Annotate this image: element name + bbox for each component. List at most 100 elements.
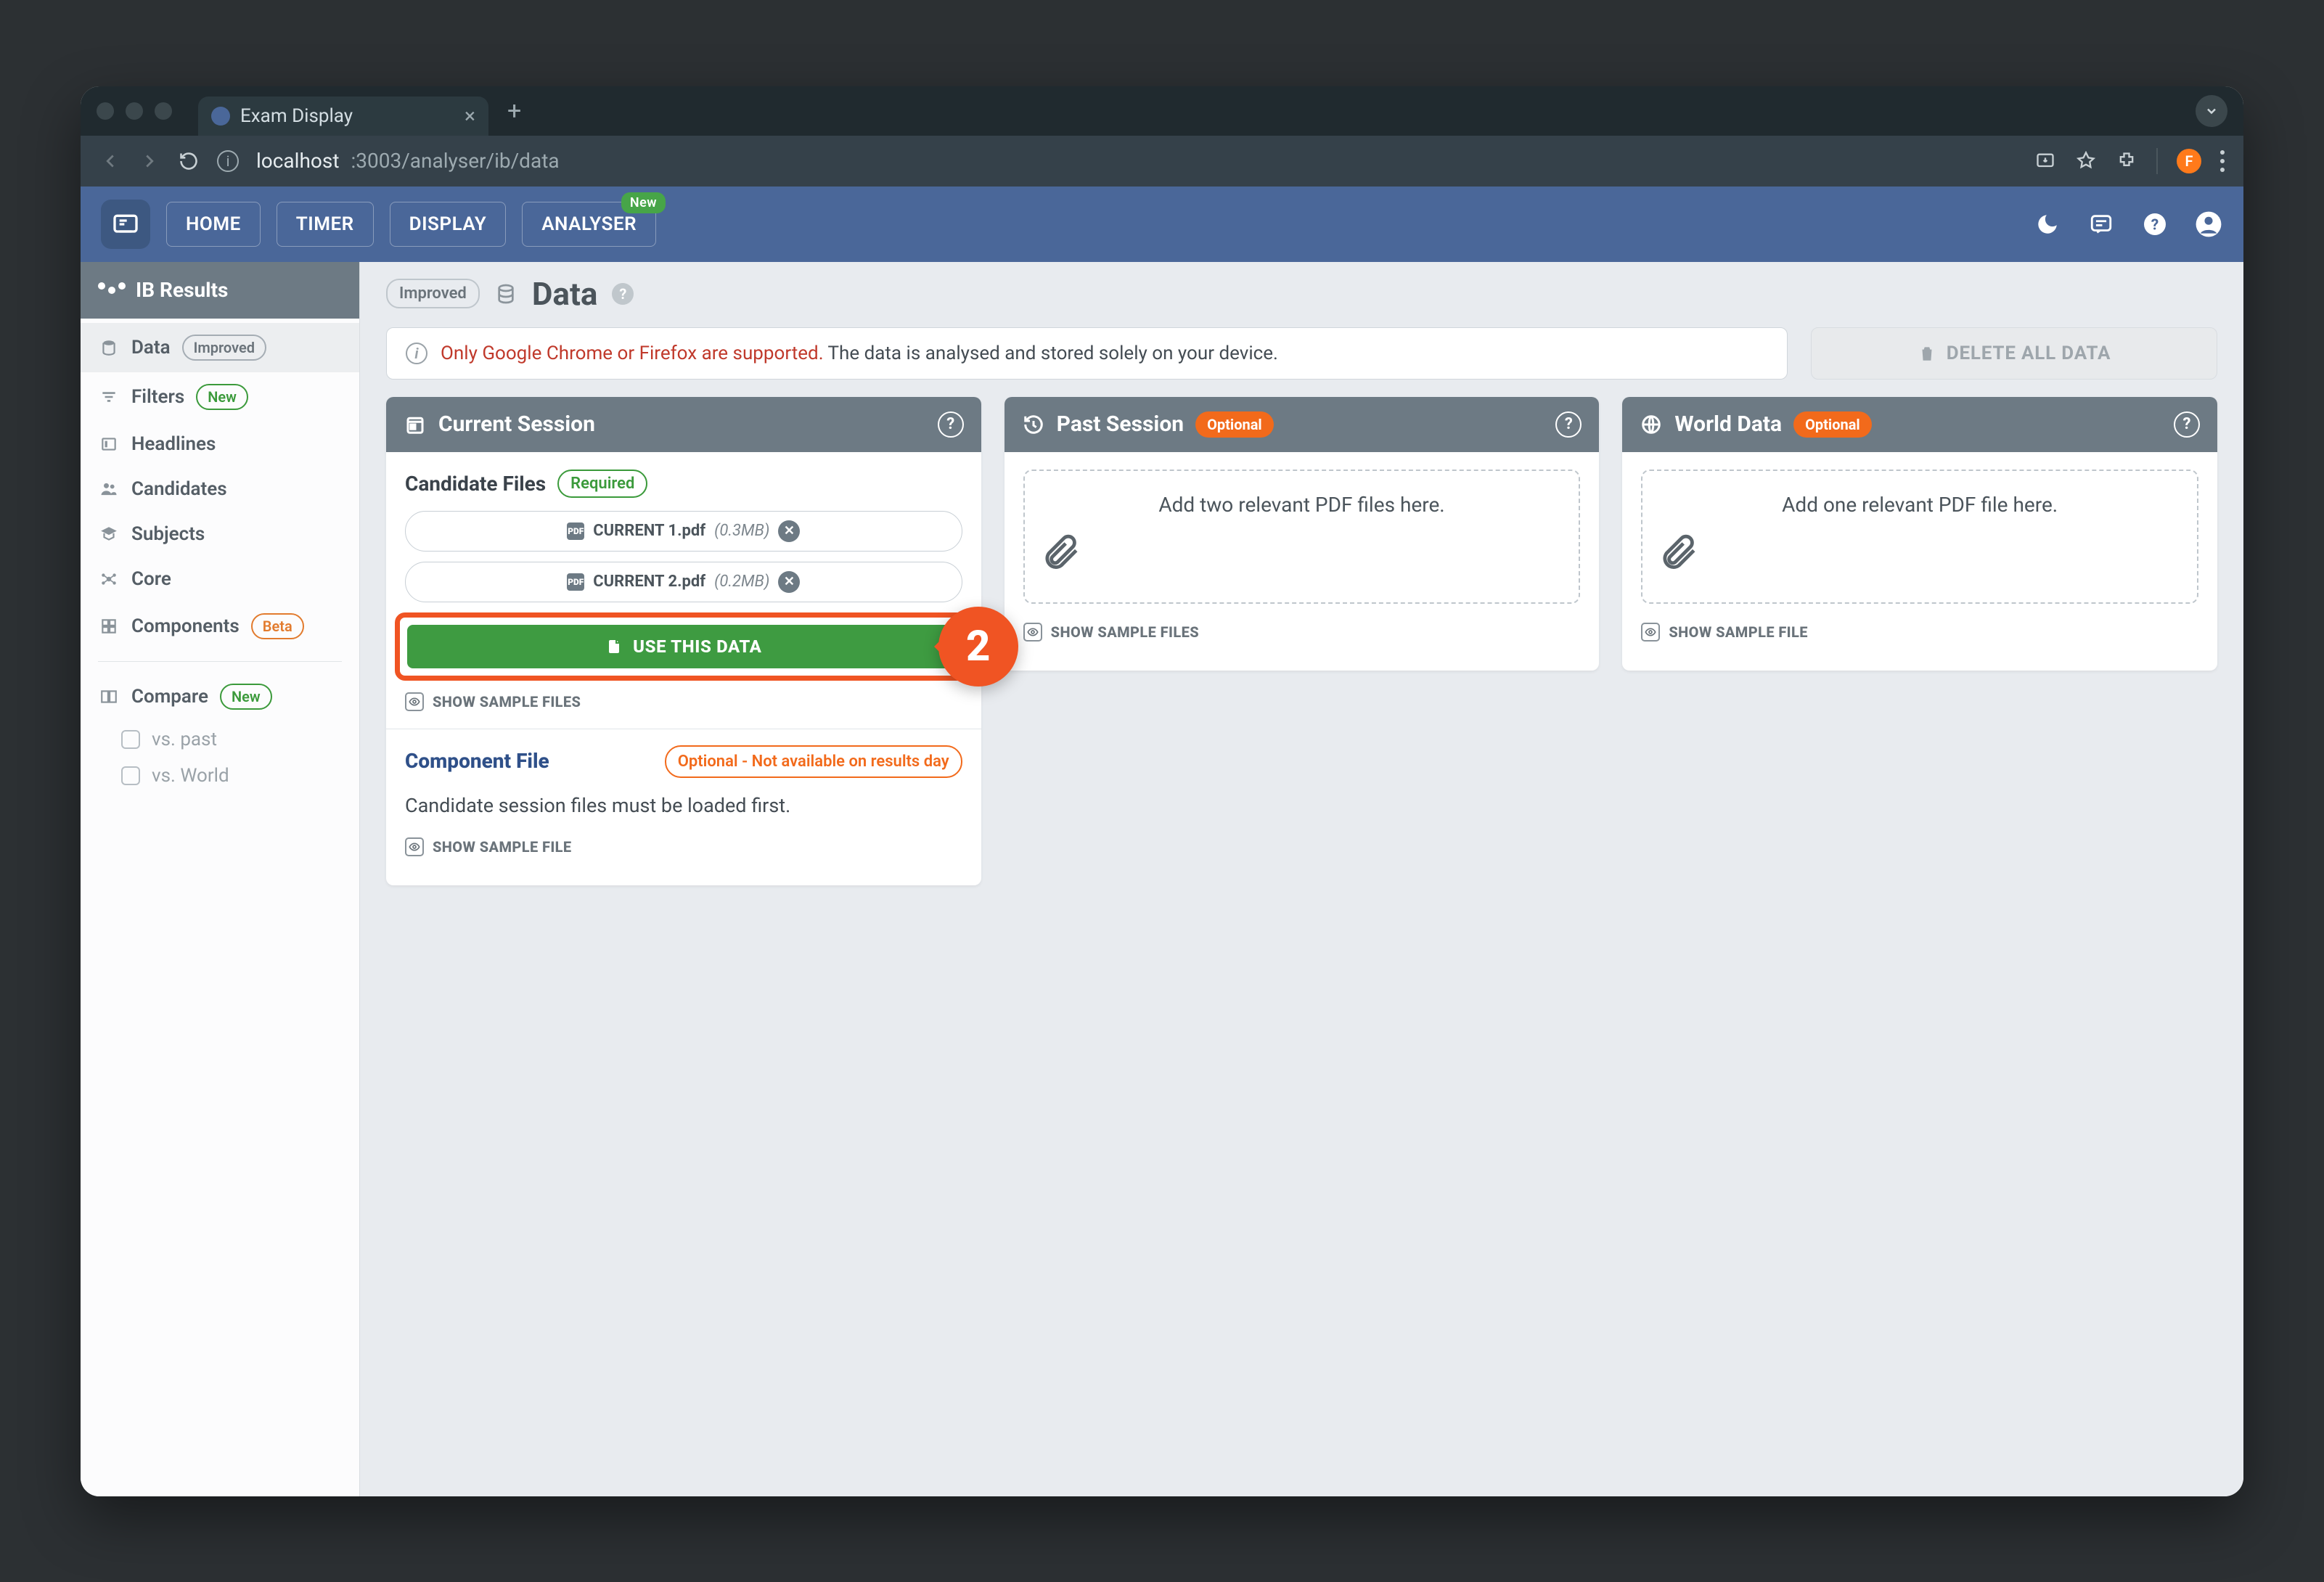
tabs-dropdown-icon[interactable] xyxy=(2196,95,2227,127)
step-highlight: USE THIS DATA 2 xyxy=(395,612,973,681)
improved-pill: Improved xyxy=(386,279,480,308)
card-header: Past Session Optional ? xyxy=(1005,397,1600,452)
install-app-icon[interactable] xyxy=(2034,150,2056,172)
extensions-icon[interactable] xyxy=(2116,150,2137,172)
beta-pill: Beta xyxy=(251,613,304,639)
attach-icon xyxy=(1039,531,1565,573)
page-title: Data xyxy=(532,275,598,313)
url-bar[interactable]: i localhost :3003/analyser/ib/data xyxy=(217,149,2017,173)
remove-file-icon[interactable]: ✕ xyxy=(778,571,800,593)
show-sample-files-button[interactable]: SHOW SAMPLE FILES xyxy=(1023,618,1581,653)
history-icon xyxy=(1022,413,1045,436)
traffic-max[interactable] xyxy=(155,102,172,120)
sidebar-item-candidates[interactable]: Candidates xyxy=(81,467,359,512)
info-alert: i Only Google Chrome or Firefox are supp… xyxy=(386,327,1788,380)
pdf-icon: PDF xyxy=(567,522,584,540)
traffic-close[interactable] xyxy=(97,102,114,120)
sidebar-item-subjects[interactable]: Subjects xyxy=(81,512,359,557)
use-this-data-button[interactable]: USE THIS DATA xyxy=(407,625,960,668)
components-icon xyxy=(98,615,120,637)
new-badge: New xyxy=(621,192,666,213)
nav-forward-button[interactable] xyxy=(139,150,160,172)
tab-title: Exam Display xyxy=(240,105,353,127)
sidebar-list: Data Improved Filters New Headlines Cand… xyxy=(81,319,359,798)
dropzone[interactable]: Add one relevant PDF file here. xyxy=(1641,470,2198,604)
show-sample-file-button[interactable]: SHOW SAMPLE FILE xyxy=(405,833,962,868)
account-icon[interactable] xyxy=(2194,210,2223,239)
checkbox-icon[interactable] xyxy=(121,730,140,749)
new-tab-button[interactable]: + xyxy=(507,99,521,123)
card-past-session: Past Session Optional ? Add two relevant… xyxy=(1005,397,1600,671)
nav-back-button[interactable] xyxy=(99,150,121,172)
url-host: localhost xyxy=(256,149,339,173)
nav-home[interactable]: HOME xyxy=(166,202,261,247)
card-help-icon[interactable]: ? xyxy=(1555,411,1582,438)
compare-vs-world[interactable]: vs. World xyxy=(81,758,359,794)
card-current-session: Current Session ? Candidate Files Requir… xyxy=(386,397,981,885)
sidebar-header: IB Results xyxy=(81,262,359,319)
nav-timer[interactable]: TIMER xyxy=(277,202,374,247)
card-body: Add two relevant PDF files here. SHOW SA… xyxy=(1005,452,1600,671)
show-sample-files-button[interactable]: SHOW SAMPLE FILES xyxy=(405,688,962,723)
pdf-icon: PDF xyxy=(567,573,584,591)
remove-file-icon[interactable]: ✕ xyxy=(778,520,800,542)
profile-avatar[interactable]: F xyxy=(2177,149,2201,173)
reload-button[interactable] xyxy=(178,150,200,172)
card-help-icon[interactable]: ? xyxy=(2174,411,2200,438)
browser-tab-strip: Exam Display × + xyxy=(81,86,2243,136)
site-info-icon[interactable]: i xyxy=(217,150,239,172)
app-logo-icon[interactable] xyxy=(101,200,150,249)
sidebar-item-data[interactable]: Data Improved xyxy=(81,323,359,372)
sidebar-item-headlines[interactable]: Headlines xyxy=(81,422,359,467)
preview-icon xyxy=(405,837,424,856)
compare-vs-past[interactable]: vs. past xyxy=(81,721,359,758)
file-size: (0.2MB) xyxy=(714,573,769,591)
help-badge-icon[interactable]: ? xyxy=(612,283,634,305)
new-pill: New xyxy=(220,684,272,710)
card-body: Candidate Files Required PDF CURRENT 1.p… xyxy=(386,452,981,885)
drop-text: Add two relevant PDF files here. xyxy=(1158,493,1444,517)
card-body: Add one relevant PDF file here. SHOW SAM… xyxy=(1622,452,2217,671)
sidebar-item-compare[interactable]: Compare New xyxy=(81,672,359,721)
compare-icon xyxy=(98,686,120,708)
bookmark-icon[interactable] xyxy=(2075,150,2097,172)
core-icon xyxy=(98,568,120,590)
card-help-icon[interactable]: ? xyxy=(938,411,964,438)
traffic-min[interactable] xyxy=(126,102,143,120)
globe-icon xyxy=(1640,413,1663,436)
show-sample-file-button[interactable]: SHOW SAMPLE FILE xyxy=(1641,618,2198,653)
theme-toggle-icon[interactable] xyxy=(2033,210,2062,239)
component-file-header: Component File Optional - Not available … xyxy=(405,745,962,778)
close-tab-icon[interactable]: × xyxy=(465,106,475,126)
filter-icon xyxy=(98,386,120,408)
favicon-icon xyxy=(211,107,230,126)
headlines-icon xyxy=(98,433,120,455)
sidebar-item-core[interactable]: Core xyxy=(81,557,359,602)
info-icon: i xyxy=(406,343,427,364)
delete-all-data-button[interactable]: DELETE ALL DATA xyxy=(1811,327,2217,380)
optional-pill: Optional xyxy=(1195,411,1274,438)
browser-tab[interactable]: Exam Display × xyxy=(198,97,488,136)
svg-text:?: ? xyxy=(2151,216,2159,234)
file-chip: PDF CURRENT 2.pdf (0.2MB) ✕ xyxy=(405,562,962,602)
sidebar-item-components[interactable]: Components Beta xyxy=(81,602,359,651)
checkbox-icon[interactable] xyxy=(121,766,140,785)
candidate-files-header: Candidate Files Required xyxy=(405,470,962,498)
preview-icon xyxy=(405,692,424,711)
app-body: IB Results Data Improved Filters New Hea… xyxy=(81,262,2243,1496)
nav-display[interactable]: DISPLAY xyxy=(390,202,507,247)
improved-pill: Improved xyxy=(182,335,266,361)
card-header: World Data Optional ? xyxy=(1622,397,2217,452)
chat-icon[interactable] xyxy=(2087,210,2116,239)
preview-icon xyxy=(1023,623,1042,642)
url-path: :3003/analyser/ib/data xyxy=(351,149,559,173)
step-badge: 2 xyxy=(938,607,1018,687)
sidebar-item-filters[interactable]: Filters New xyxy=(81,372,359,422)
window-controls xyxy=(97,102,172,120)
help-icon[interactable]: ? xyxy=(2140,210,2169,239)
database-icon xyxy=(98,337,120,358)
browser-menu-icon[interactable] xyxy=(2220,150,2225,172)
people-icon xyxy=(98,478,120,500)
dropzone[interactable]: Add two relevant PDF files here. xyxy=(1023,470,1581,604)
nav-analyser[interactable]: ANALYSER New xyxy=(522,202,656,247)
